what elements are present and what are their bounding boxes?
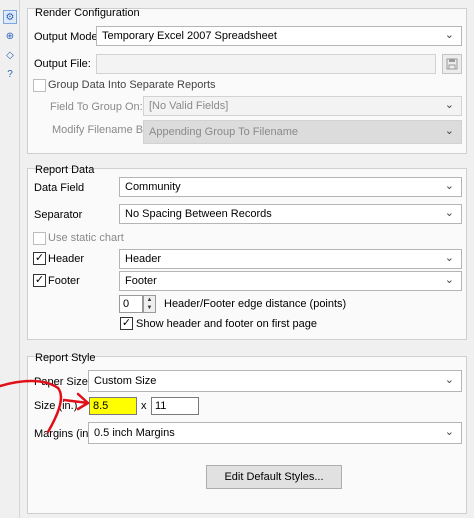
group-data-label: Group Data Into Separate Reports [48,79,216,91]
output-file-label: Output File: [34,58,91,70]
edge-distance-input[interactable]: 0 [119,295,143,313]
footer-checkbox[interactable]: ✓ [33,274,46,287]
chevron-down-icon: ⌄ [444,207,454,219]
report-data-title: Report Data [35,164,95,176]
output-file-input[interactable] [96,54,436,74]
header-checkbox[interactable]: ✓ [33,252,46,265]
data-field-label: Data Field [34,182,85,194]
chevron-down-icon: ⌄ [444,29,454,41]
show-first-page-label: Show header and footer on first page [136,318,318,330]
data-field-dropdown[interactable]: Community ⌄ [119,177,462,197]
spin-up-icon[interactable]: ▲ [144,296,155,304]
gear-icon[interactable]: ⚙ [3,10,17,24]
static-chart-label: Use static chart [48,232,124,244]
separator-dropdown[interactable]: No Spacing Between Records ⌄ [119,204,462,224]
modify-filename-label: Modify Filename By: [52,124,152,136]
group-data-checkbox[interactable] [33,79,46,92]
chevron-down-icon: ⌄ [444,374,454,386]
tag-icon[interactable]: ◇ [3,48,17,62]
annotation-arrow-icon [0,379,90,434]
margins-dropdown[interactable]: 0.5 inch Margins ⌄ [88,422,462,444]
chevron-down-icon: ⌄ [444,99,454,111]
edge-distance-label: Header/Footer edge distance (points) [164,298,347,310]
footer-dropdown[interactable]: Footer ⌄ [119,271,462,291]
size-separator: x [141,400,147,412]
edit-default-styles-button[interactable]: Edit Default Styles... [206,465,342,489]
paper-height-input[interactable]: 11 [151,397,199,415]
header-label: Header [48,253,85,265]
header-dropdown[interactable]: Header ⌄ [119,249,462,269]
show-first-page-checkbox[interactable]: ✓ [120,317,133,330]
floppy-disk-icon [446,58,458,70]
output-mode-label: Output Mode: [34,31,101,43]
field-to-group-label: Field To Group On: [50,101,143,113]
paper-width-input[interactable]: 8.5 [89,397,137,415]
separator-label: Separator [34,209,83,221]
settings-plus-icon[interactable]: ⊕ [3,29,17,43]
help-icon[interactable]: ? [3,67,17,81]
field-to-group-dropdown[interactable]: [No Valid Fields] ⌄ [143,96,462,116]
paper-size-dropdown[interactable]: Custom Size ⌄ [88,370,462,392]
chevron-down-icon: ⌄ [444,125,454,137]
spin-down-icon[interactable]: ▼ [144,304,155,312]
chevron-down-icon: ⌄ [444,180,454,192]
modify-filename-dropdown[interactable]: Appending Group To Filename ⌄ [143,120,462,144]
chevron-down-icon: ⌄ [444,274,454,286]
report-style-title: Report Style [35,352,96,364]
footer-label: Footer [48,275,80,287]
render-configuration-title: Render Configuration [35,7,140,19]
chevron-down-icon: ⌄ [444,252,454,264]
output-mode-dropdown[interactable]: Temporary Excel 2007 Spreadsheet ⌄ [96,26,462,46]
edge-distance-spinner[interactable]: ▲ ▼ [143,295,156,313]
chevron-down-icon: ⌄ [444,426,454,438]
output-mode-value: Temporary Excel 2007 Spreadsheet [102,30,277,42]
save-file-button[interactable] [442,54,462,74]
static-chart-checkbox[interactable] [33,232,46,245]
